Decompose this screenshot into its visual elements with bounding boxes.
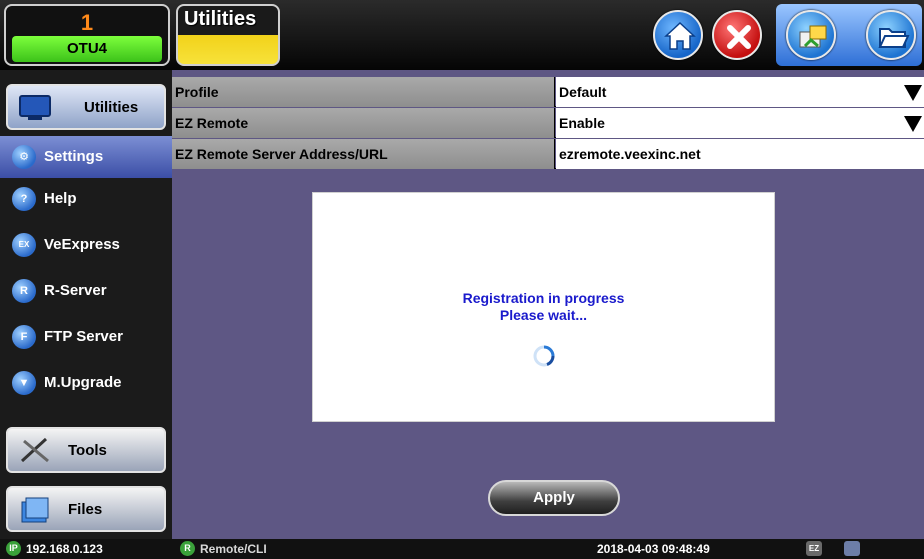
dropdown-arrow-icon (904, 116, 922, 132)
apply-button[interactable]: Apply (488, 480, 620, 516)
share-icon (799, 25, 827, 48)
utilities-button[interactable]: Utilities (6, 84, 166, 130)
sidebar-item-label: VeExpress (44, 236, 120, 253)
upgrade-icon: ▼ (12, 371, 36, 395)
port-number: 1 (80, 10, 94, 35)
sidebar: Utilities ⚙ Settings ? Help EX VeExpress… (0, 70, 172, 539)
sidebar-item-label: FTP Server (44, 328, 123, 345)
folder-open-icon (878, 28, 910, 48)
sidebar-item-label: Settings (44, 148, 104, 165)
page-title: Utilities (184, 8, 257, 30)
dialog-message: Registration in progress (462, 290, 625, 306)
profile-value: Default (559, 84, 607, 100)
server-address-label: EZ Remote Server Address/URL (172, 139, 555, 169)
network-status-icon (844, 541, 860, 556)
profile-label: Profile (172, 77, 555, 107)
close-icon (727, 25, 751, 49)
server-address-field[interactable]: ezremote.veexinc.net (556, 139, 924, 169)
veexpress-icon: EX (12, 233, 36, 257)
ip-address: 192.168.0.123 (26, 542, 103, 556)
files-label: Files (68, 501, 103, 518)
files-icon (21, 497, 49, 523)
page-title-tab: Utilities (176, 4, 280, 66)
ez-remote-status-icon: EZ (806, 541, 822, 556)
top-bar: 1 OTU4 Utilities (0, 0, 924, 70)
sidebar-item-help[interactable]: ? Help (0, 178, 172, 220)
status-bar: IP 192.168.0.123 R Remote/CLI 2018-04-03… (0, 539, 924, 559)
loading-spinner-icon (533, 345, 555, 367)
ez-remote-label: EZ Remote (172, 108, 555, 138)
tools-label: Tools (68, 442, 107, 459)
r-server-icon: R (12, 279, 36, 303)
sidebar-item-veexpress[interactable]: EX VeExpress (0, 224, 172, 266)
home-button[interactable] (653, 10, 703, 60)
main-panel: Profile Default EZ Remote Enable EZ Remo… (172, 70, 924, 539)
tools-button[interactable]: Tools (6, 427, 166, 473)
files-button[interactable]: Files (6, 486, 166, 532)
sidebar-item-m-upgrade[interactable]: ▼ M.Upgrade (0, 362, 172, 404)
dialog-wait-message: Please wait... (499, 307, 588, 323)
dropdown-arrow-icon (904, 85, 922, 101)
sidebar-item-settings[interactable]: ⚙ Settings (0, 136, 172, 178)
remote-status: Remote/CLI (200, 542, 267, 556)
ez-remote-row: EZ Remote Enable (172, 108, 924, 138)
sidebar-item-label: Help (44, 190, 77, 207)
sidebar-item-r-server[interactable]: R R-Server (0, 270, 172, 312)
settings-icon: ⚙ (12, 145, 36, 169)
remote-badge: R (180, 541, 195, 556)
sidebar-item-label: R-Server (44, 282, 107, 299)
home-icon (664, 21, 696, 50)
profile-dropdown[interactable]: Default (556, 77, 924, 107)
ip-badge: IP (6, 541, 21, 556)
monitor-icon (19, 95, 51, 120)
ez-remote-dropdown[interactable]: Enable (556, 108, 924, 138)
registration-dialog: Registration in progress Please wait... (312, 192, 775, 422)
port-label: OTU4 (12, 36, 162, 62)
sidebar-item-label: M.Upgrade (44, 374, 122, 391)
server-address-row: EZ Remote Server Address/URL ezremote.ve… (172, 139, 924, 169)
share-button[interactable] (786, 10, 836, 60)
close-button[interactable] (712, 10, 762, 60)
ez-remote-value: Enable (559, 115, 605, 131)
open-folder-button[interactable] (866, 10, 916, 60)
utilities-label: Utilities (84, 99, 139, 116)
help-icon: ? (12, 187, 36, 211)
port-selector[interactable]: 1 OTU4 (4, 4, 170, 66)
ftp-server-icon: F (12, 325, 36, 349)
sidebar-item-ftp-server[interactable]: F FTP Server (0, 316, 172, 358)
tools-icon (20, 437, 49, 463)
datetime: 2018-04-03 09:48:49 (597, 542, 710, 556)
profile-row: Profile Default (172, 77, 924, 107)
